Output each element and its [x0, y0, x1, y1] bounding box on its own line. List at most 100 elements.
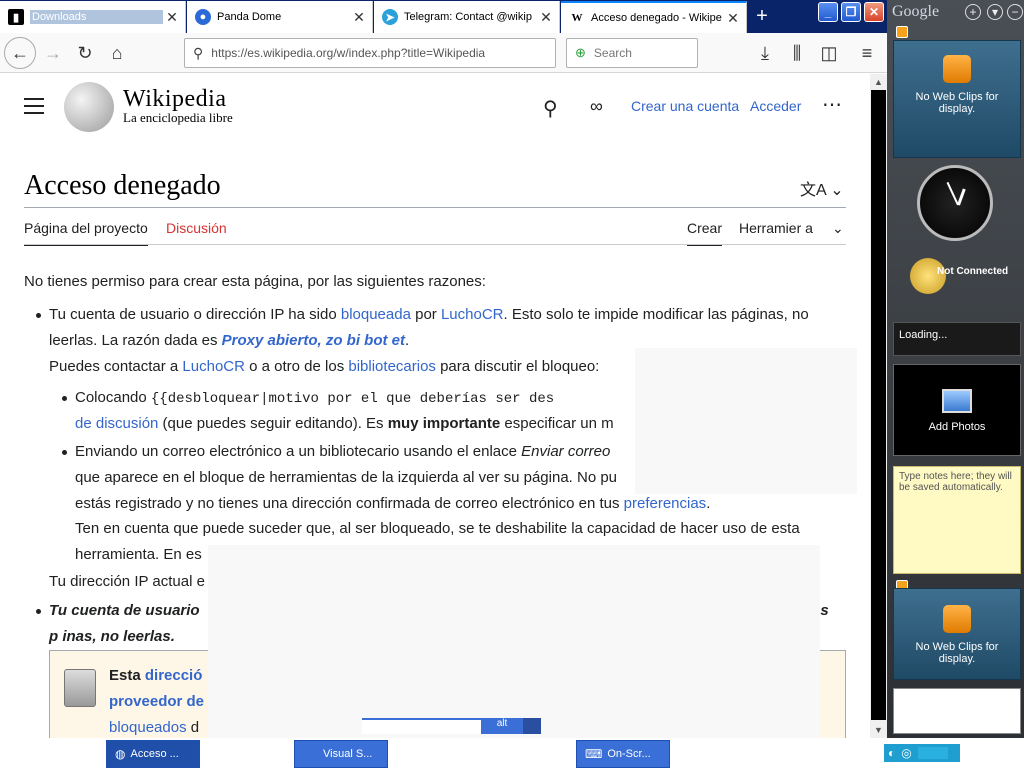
- web-clips-message: No Web Clips for display.: [915, 91, 999, 115]
- discussion-link[interactable]: de discusión: [75, 415, 158, 432]
- divider: [24, 207, 846, 208]
- options-icon[interactable]: ▾: [987, 4, 1003, 20]
- account-line-2: p inas, no leerlas.: [49, 628, 175, 645]
- tab-acceso-denegado[interactable]: W Acceso denegado - Wikipe ✕: [561, 1, 747, 33]
- site-title[interactable]: Wikipedia: [123, 86, 227, 113]
- tab-telegram[interactable]: ➤ Telegram: Contact @wikip ✕: [374, 1, 560, 33]
- librarians-link[interactable]: bibliotecarios: [348, 358, 436, 375]
- url-bar[interactable]: ⚲ https://es.wikipedia.org/w/index.php?t…: [184, 38, 556, 68]
- wikipedia-globe-logo[interactable]: [64, 82, 114, 132]
- tab-bar: ▮ Downloads ✕ ● Panda Dome ✕ ➤ Telegram:…: [0, 0, 887, 33]
- search-icon[interactable]: ⚲: [543, 96, 558, 121]
- terminal-icon: ▮: [8, 9, 24, 25]
- close-icon[interactable]: ✕: [724, 10, 742, 27]
- block-line-1: Tu cuenta de usuario o dirección IP ha s…: [49, 305, 809, 325]
- home-button[interactable]: ⌂: [102, 38, 132, 68]
- reload-button[interactable]: ↻: [70, 38, 100, 68]
- blocked-link[interactable]: bloqueada: [341, 306, 411, 323]
- sidebar-icon[interactable]: ◫: [814, 38, 844, 68]
- close-icon[interactable]: −: [1007, 4, 1023, 20]
- scroll-up-arrow[interactable]: ▲: [870, 74, 887, 90]
- web-clips-message: No Web Clips for display.: [915, 641, 999, 665]
- language-icon[interactable]: 文A ⌄: [800, 176, 844, 200]
- tray-icons[interactable]: [917, 747, 948, 759]
- tab-label: Acceso denegado - Wikipe: [591, 12, 722, 24]
- tab-downloads[interactable]: ▮ Downloads ✕: [0, 1, 186, 33]
- glasses-icon[interactable]: ∞: [590, 96, 603, 117]
- popup-strip-label: alt: [481, 718, 523, 734]
- text: Puedes contactar a: [49, 358, 183, 375]
- create-account-link[interactable]: Crear una cuenta: [631, 98, 739, 114]
- divider: [24, 244, 846, 245]
- site-tagline: La enciclopedia libre: [123, 110, 233, 125]
- provider-link[interactable]: proveedor de: [109, 693, 204, 710]
- antivirus-icon[interactable]: ◎: [901, 746, 911, 760]
- template-code: {{desbloquear|motivo por el que deberías…: [150, 391, 555, 407]
- chevron-down-icon[interactable]: ⌄: [832, 220, 844, 237]
- download-icon[interactable]: ⤓: [750, 38, 780, 68]
- text: Tu cuenta de usuario o dirección IP ha s…: [49, 306, 341, 323]
- hamburger-menu-icon[interactable]: [24, 98, 44, 119]
- bullet: [36, 609, 41, 614]
- ip-address-link[interactable]: direcció: [145, 667, 203, 684]
- tools-menu[interactable]: Herramier a: [739, 220, 813, 236]
- search-icon: ⚲: [193, 44, 204, 61]
- add-gadget-icon[interactable]: +: [965, 4, 981, 20]
- search-placeholder: Search: [593, 46, 632, 60]
- notes-placeholder: Type notes here; they will be saved auto…: [899, 471, 1012, 493]
- empty-gadget: [893, 688, 1021, 734]
- tab-panda-dome[interactable]: ● Panda Dome ✕: [187, 1, 373, 33]
- taskbar-item-on-screen-keyboard[interactable]: ⌨ On-Scr...: [576, 740, 670, 768]
- minimize-button[interactable]: _: [818, 2, 838, 22]
- luchocr-link[interactable]: LuchoCR: [182, 358, 245, 375]
- notice-line-3: bloqueados d: [109, 718, 199, 738]
- tab-discussion[interactable]: Discusión: [166, 220, 227, 236]
- tab-create[interactable]: Crear: [687, 220, 723, 246]
- library-icon[interactable]: ⫼: [782, 38, 812, 68]
- login-link[interactable]: Acceder: [750, 98, 801, 114]
- forward-button[interactable]: →: [38, 38, 68, 68]
- taskbar-item-acceso[interactable]: ◍ Acceso ...: [106, 740, 200, 768]
- block-reason-link[interactable]: Proxy abierto, zo bi bot et: [222, 332, 405, 349]
- blocked-list-link[interactable]: bloqueados: [109, 719, 187, 736]
- close-window-button[interactable]: ✕: [864, 2, 884, 22]
- firefox-icon: ◍: [115, 747, 126, 761]
- luchocr-link[interactable]: LuchoCR: [441, 306, 504, 323]
- search-field[interactable]: ⊕ Search: [566, 38, 698, 68]
- photos-panel[interactable]: Add Photos: [893, 364, 1021, 456]
- back-button[interactable]: ←: [4, 37, 36, 69]
- new-tab-button[interactable]: +: [748, 4, 776, 30]
- menu-icon[interactable]: ≡: [852, 38, 882, 68]
- account-line-1: Tu cuenta de usuario: [49, 602, 200, 619]
- tab-project-page[interactable]: Página del proyecto: [24, 220, 148, 246]
- close-icon[interactable]: ✕: [350, 9, 368, 26]
- add-photos-label: Add Photos: [928, 421, 986, 433]
- nav-bar: ← → ↻ ⌂ ⚲ https://es.wikipedia.org/w/ind…: [0, 33, 887, 73]
- tab-label: Downloads: [30, 10, 163, 24]
- scroll-thumb[interactable]: [871, 90, 886, 720]
- text: d: [186, 719, 200, 736]
- close-icon[interactable]: ✕: [163, 9, 181, 26]
- block-line-2: leerlas. La razón dada es Proxy abierto,…: [49, 332, 410, 349]
- block-line-3: Puedes contactar a LuchoCR o a otro de l…: [49, 357, 599, 377]
- telegram-icon: ➤: [382, 9, 398, 25]
- text: (que puedes seguir editando). Es: [158, 415, 388, 432]
- restore-button[interactable]: ❐: [841, 2, 861, 22]
- notes-panel[interactable]: Type notes here; they will be saved auto…: [893, 466, 1021, 574]
- google-logo[interactable]: Google: [892, 3, 939, 21]
- wikipedia-icon: W: [571, 12, 583, 24]
- text: estás registrado y no tienes una direcci…: [75, 495, 624, 512]
- taskbar-item-visual-studio[interactable]: Visual S...: [294, 740, 388, 768]
- bullet: [62, 450, 67, 455]
- weather-status: Not Connected: [937, 266, 1009, 277]
- scroll-down-arrow[interactable]: ▼: [870, 722, 887, 738]
- page-scrollbar[interactable]: ▲ ▼: [870, 74, 887, 738]
- emphasis: muy importante: [387, 415, 501, 432]
- more-options-icon[interactable]: ⋯: [822, 92, 842, 117]
- close-icon[interactable]: ✕: [537, 9, 555, 26]
- network-icon[interactable]: ◐: [888, 746, 895, 760]
- sub-bullet-1-line-2: de discusión (que puedes seguir editando…: [75, 414, 614, 434]
- taskbar: ◍ Acceso ... Visual S... ⌨ On-Scr...: [0, 738, 1024, 768]
- preferences-link[interactable]: preferencias: [624, 495, 707, 512]
- bullet: [36, 313, 41, 318]
